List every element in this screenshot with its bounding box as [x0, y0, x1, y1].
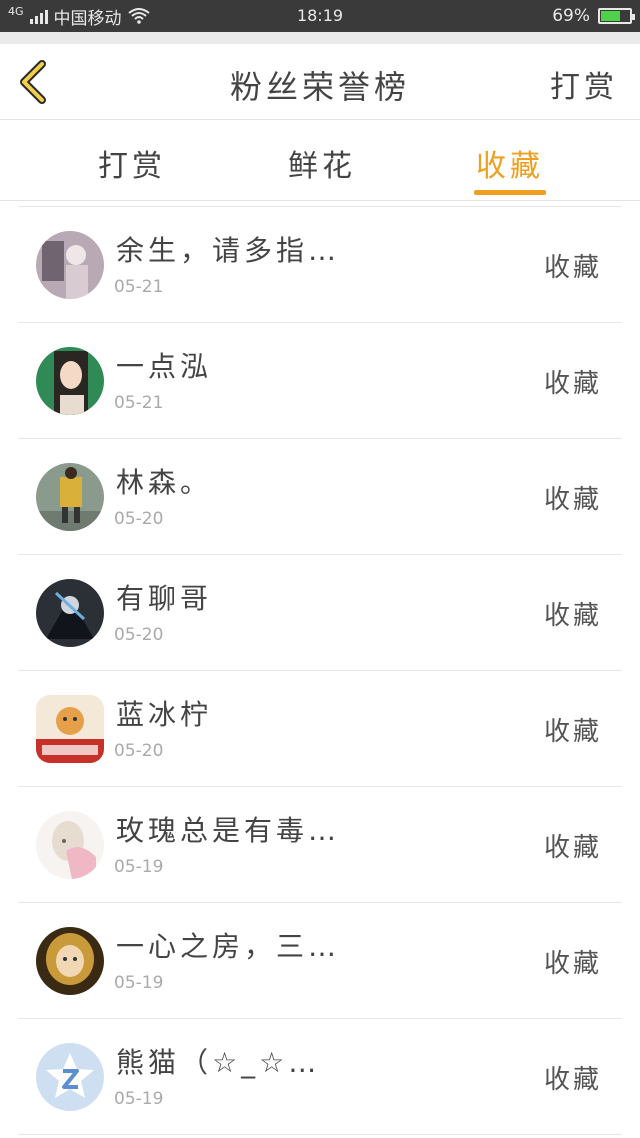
fan-action: 收藏 — [543, 949, 602, 979]
battery-level-fill — [601, 11, 621, 21]
tab-favorites[interactable]: 收藏 — [476, 141, 544, 185]
reward-button[interactable]: 打赏 — [550, 62, 618, 106]
fan-action: 收藏 — [543, 717, 602, 747]
fan-date: 05-20 — [114, 509, 164, 529]
nav-header: 粉丝荣誉榜 打赏 — [0, 44, 640, 120]
fan-date: 05-21 — [114, 277, 164, 297]
tab-reward[interactable]: 打赏 — [98, 141, 166, 185]
fan-date: 05-19 — [114, 857, 164, 877]
fan-name: 熊猫（☆_☆… — [116, 1046, 321, 1079]
fan-date: 05-19 — [114, 1089, 164, 1109]
fan-action: 收藏 — [543, 833, 602, 863]
avatar — [36, 579, 104, 647]
avatar-image — [36, 811, 104, 879]
fan-list: 余生，请多指… 05-21 收藏 一点泓 05-21 收藏 林森。 05-20 … — [18, 206, 622, 1135]
fan-action: 收藏 — [543, 253, 602, 283]
fan-name: 玫瑰总是有毒… — [116, 814, 341, 847]
fan-name: 一点泓 — [116, 350, 213, 383]
fan-name: 蓝冰柠 — [116, 698, 213, 731]
list-item[interactable]: 林森。 05-20 收藏 — [18, 439, 622, 555]
fan-date: 05-19 — [114, 973, 164, 993]
list-item[interactable]: 一点泓 05-21 收藏 — [18, 323, 622, 439]
fan-name: 余生，请多指… — [116, 234, 341, 267]
fan-date: 05-20 — [114, 741, 164, 761]
avatar-image — [36, 1043, 104, 1111]
avatar — [36, 927, 104, 995]
fan-action: 收藏 — [543, 1065, 602, 1095]
list-item[interactable]: 余生，请多指… 05-21 收藏 — [18, 207, 622, 323]
list-item[interactable]: 有聊哥 05-20 收藏 — [18, 555, 622, 671]
status-bar: 4G 中国移动 18:19 69% — [0, 0, 640, 32]
avatar — [36, 231, 104, 299]
battery-icon — [598, 8, 635, 24]
fan-action: 收藏 — [543, 485, 602, 515]
avatar-image — [36, 347, 104, 415]
avatar — [36, 463, 104, 531]
status-right: 69% — [552, 0, 635, 32]
tab-flowers[interactable]: 鲜花 — [288, 141, 356, 185]
fan-date: 05-21 — [114, 393, 164, 413]
status-divider — [0, 32, 640, 44]
active-tab-indicator — [474, 190, 546, 195]
fan-action: 收藏 — [543, 369, 602, 399]
fan-action: 收藏 — [543, 601, 602, 631]
avatar — [36, 811, 104, 879]
list-item[interactable]: 一心之房，三… 05-19 收藏 — [18, 903, 622, 1019]
fan-name: 林森。 — [116, 466, 213, 499]
fan-name: 一心之房，三… — [116, 930, 341, 963]
avatar — [36, 347, 104, 415]
avatar — [36, 1043, 104, 1111]
page-title: 粉丝荣誉榜 — [229, 68, 410, 106]
list-item[interactable]: 熊猫（☆_☆… 05-19 收藏 — [18, 1019, 622, 1135]
list-item[interactable]: 玫瑰总是有毒… 05-19 收藏 — [18, 787, 622, 903]
list-item[interactable]: 蓝冰柠 05-20 收藏 — [18, 671, 622, 787]
fan-name: 有聊哥 — [116, 582, 213, 615]
fan-date: 05-20 — [114, 625, 164, 645]
avatar-image — [36, 463, 104, 531]
avatar-image — [36, 231, 104, 299]
avatar-image — [36, 579, 104, 647]
tab-bar: 打赏 鲜花 收藏 — [0, 121, 640, 201]
avatar — [36, 695, 104, 763]
battery-percent: 69% — [552, 6, 590, 26]
avatar-image — [36, 927, 104, 995]
status-time: 18:19 — [296, 6, 344, 25]
avatar-image — [36, 695, 104, 763]
